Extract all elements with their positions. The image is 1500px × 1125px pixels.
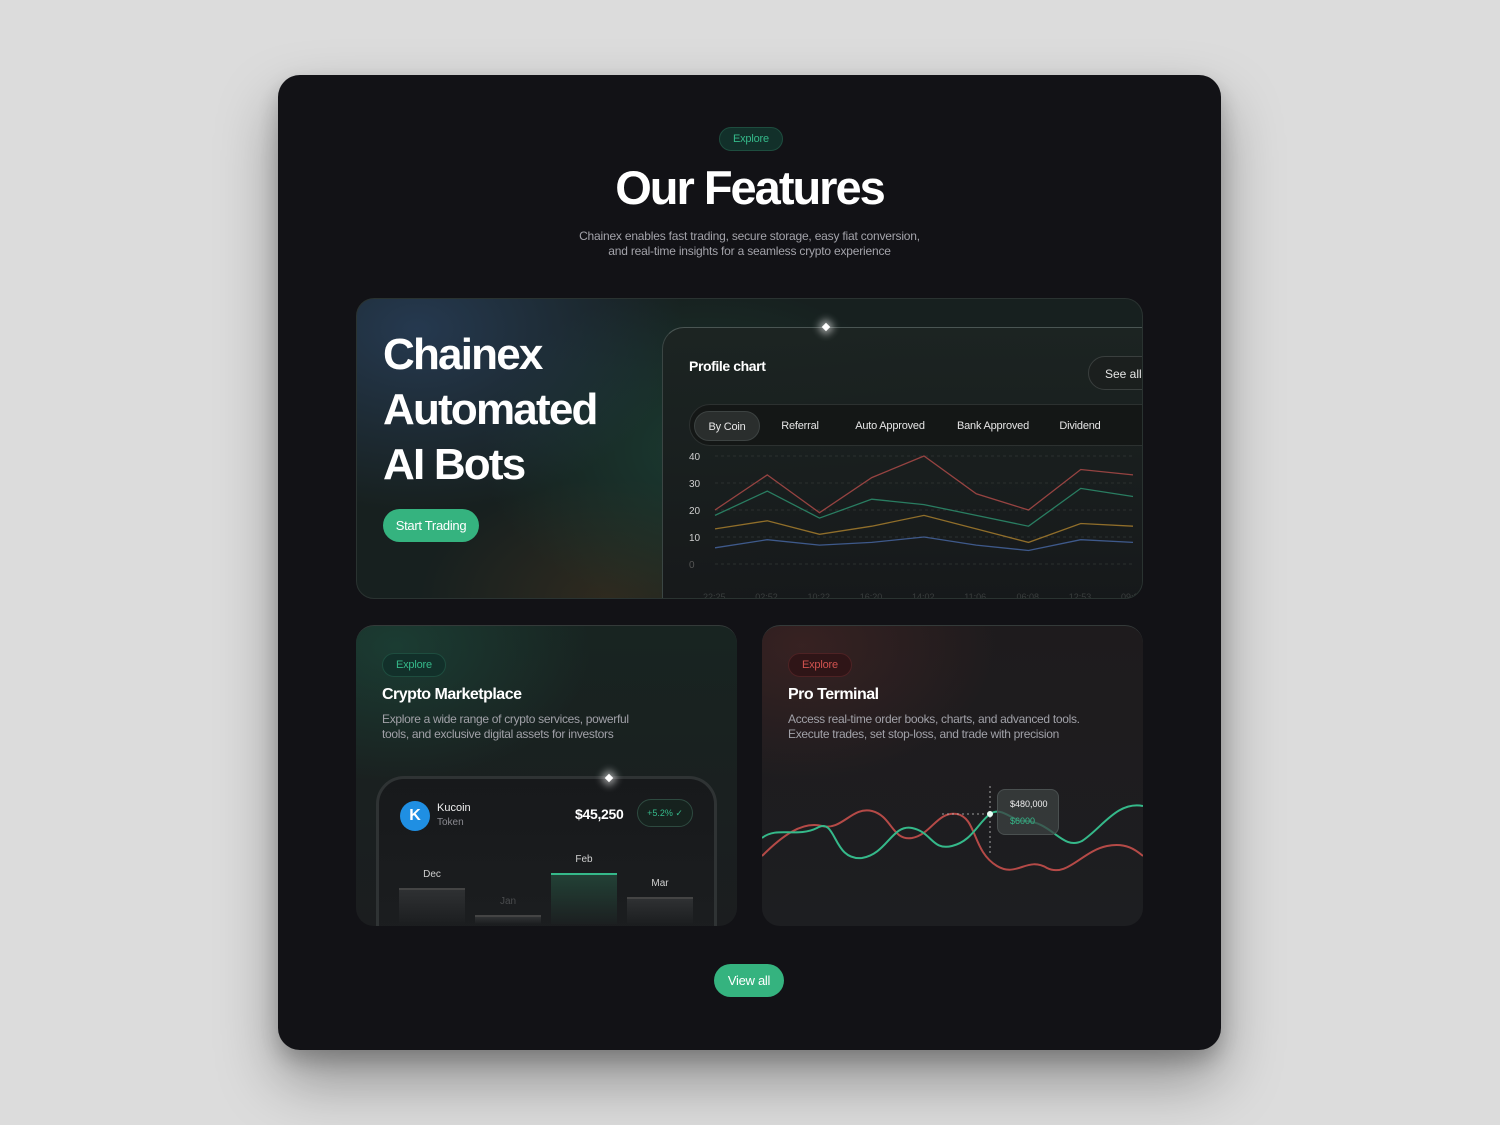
- check-circle-icon: ✓: [675, 808, 683, 818]
- y-tick-label: 20: [689, 506, 701, 517]
- coin-price: $45,250: [575, 806, 624, 822]
- x-tick-label: 02:52: [755, 592, 778, 599]
- section-badge: Explore: [719, 127, 783, 151]
- y-tick-label: 10: [689, 533, 701, 544]
- chart-tabs: By Coin Referral Auto Approved Bank Appr…: [689, 404, 1142, 446]
- section-title: Our Features: [615, 161, 886, 214]
- x-tick-label: 16:20: [860, 592, 883, 599]
- coin-name: Kucoin: [437, 802, 471, 814]
- x-tick-label: 22:25: [703, 592, 726, 599]
- view-all-button[interactable]: View all: [714, 964, 784, 997]
- desc-line: Access real-time order books, charts, an…: [788, 712, 1080, 726]
- x-tick-label: 14:02: [912, 592, 935, 599]
- tab-dividend[interactable]: Dividend: [1050, 411, 1110, 441]
- x-tick-label: 09:21: [1121, 592, 1143, 599]
- tab-auto-approved[interactable]: Auto Approved: [846, 411, 934, 441]
- profile-line-chart: 40 30 20 10 0 22:25 02:52 10:22 16:20 14:02 11:06 0…: [689, 452, 1143, 599]
- marketplace-description: Explore a wide range of crypto services,…: [382, 712, 629, 742]
- month-bar: [627, 897, 693, 924]
- y-tick-label: 30: [689, 479, 701, 490]
- desc-line: tools, and exclusive digital assets for …: [382, 727, 614, 741]
- x-tick-label: 12:53: [1069, 592, 1092, 599]
- marketplace-title: Crypto Marketplace: [382, 686, 522, 703]
- price-change-value: +5.2%: [647, 808, 673, 818]
- ai-bots-card: Chainex Automated AI Bots Start Trading …: [356, 298, 1143, 599]
- x-tick-label: 06:08: [1017, 592, 1040, 599]
- subtitle-line: Chainex enables fast trading, secure sto…: [579, 229, 920, 243]
- down-series-line: [762, 809, 1143, 872]
- month-bar: [475, 915, 541, 924]
- month-bar: [551, 873, 617, 924]
- price-change-badge: +5.2% ✓: [637, 799, 693, 827]
- series-line: [714, 487, 1134, 527]
- glow-sparkle-icon: [821, 322, 831, 332]
- subtitle-line: and real-time insights for a seamless cr…: [608, 244, 891, 258]
- series-line: [714, 536, 1134, 552]
- tooltip-change: $6000: [1010, 816, 1036, 826]
- profile-chart-title: Profile chart: [689, 358, 766, 374]
- crypto-marketplace-card: Explore Crypto Marketplace Explore a wid…: [356, 625, 737, 926]
- desc-line: Explore a wide range of crypto services,…: [382, 712, 629, 726]
- glow-sparkle-icon: [604, 773, 614, 783]
- coin-subtitle: Token: [437, 817, 464, 828]
- price-tooltip: $480,000 $6000: [997, 789, 1059, 835]
- x-tick-label: 10:22: [808, 592, 831, 599]
- kucoin-logo-icon: K: [400, 801, 430, 831]
- hero-title: Chainex Automated AI Bots: [383, 327, 598, 492]
- chart-point-marker: [987, 811, 993, 817]
- month-label: Feb: [575, 854, 593, 865]
- kucoin-widget: K Kucoin Token $45,250 +5.2% ✓ Dec Jan Feb…: [376, 773, 717, 926]
- hero-title-line: AI Bots: [383, 440, 526, 489]
- month-label: Jan: [499, 896, 517, 907]
- terminal-description: Access real-time order books, charts, an…: [788, 712, 1080, 742]
- profile-chart-panel: Profile chart See all By Coin Referral A…: [662, 322, 1143, 599]
- month-label: Dec: [423, 869, 441, 880]
- y-tick-label: 40: [689, 452, 701, 463]
- desc-line: Execute trades, set stop-loss, and trade…: [788, 727, 1059, 741]
- series-line: [714, 514, 1134, 544]
- month-bar: [399, 888, 465, 924]
- terminal-badge: Explore: [788, 653, 852, 677]
- tab-bank-approved[interactable]: Bank Approved: [948, 411, 1038, 441]
- tab-referral[interactable]: Referral: [770, 411, 830, 441]
- x-tick-label: 11:06: [964, 592, 986, 599]
- features-section: Explore Our Features Chainex enables fas…: [278, 75, 1221, 1050]
- start-trading-button[interactable]: Start Trading: [383, 509, 479, 542]
- hero-title-line: Automated: [383, 385, 598, 434]
- section-subtitle: Chainex enables fast trading, secure sto…: [278, 229, 1221, 259]
- see-all-button[interactable]: See all: [1088, 356, 1142, 390]
- tab-by-coin[interactable]: By Coin: [694, 411, 760, 441]
- month-label: Mar: [651, 878, 669, 889]
- terminal-title: Pro Terminal: [788, 686, 879, 703]
- marketplace-badge: Explore: [382, 653, 446, 677]
- terminal-wave-chart: [762, 786, 1143, 872]
- tooltip-value: $480,000: [1010, 799, 1048, 809]
- hero-title-line: Chainex: [383, 330, 543, 379]
- pro-terminal-card: Explore Pro Terminal Access real-time or…: [762, 625, 1143, 926]
- y-tick-label: 0: [689, 560, 695, 571]
